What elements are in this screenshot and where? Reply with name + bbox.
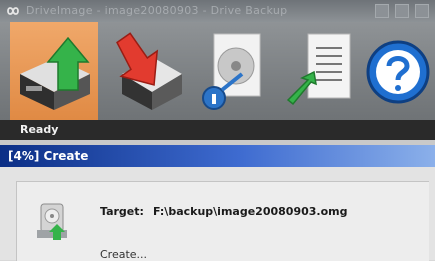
window-title: DriveImage - image20080903 - Drive Backu… — [26, 4, 288, 17]
minimize-icon[interactable] — [375, 4, 389, 18]
target-label: Target: — [100, 205, 144, 218]
disk-drive-icon — [37, 203, 67, 240]
main-toolbar — [0, 22, 435, 120]
help-button[interactable] — [362, 22, 435, 120]
window-controls — [375, 4, 429, 18]
maximize-icon[interactable] — [395, 4, 409, 18]
dialog-titlebar: [4%] Create — [0, 145, 435, 167]
progress-panel: Target: F:\backup\image20080903.omg Crea… — [16, 181, 429, 261]
operation-status: Create... — [100, 248, 148, 261]
target-path: F:\backup\image20080903.omg — [153, 205, 348, 218]
backup-drive-up-arrow-icon — [20, 36, 90, 110]
backup-button[interactable] — [10, 22, 98, 120]
help-question-icon — [366, 40, 430, 104]
dialog-title: [4%] Create — [8, 149, 89, 163]
infinity-logo-icon — [7, 7, 19, 15]
log-document-button[interactable] — [274, 22, 362, 120]
close-icon[interactable] — [415, 4, 429, 18]
restore-button[interactable] — [98, 22, 186, 120]
status-text: Ready — [20, 123, 59, 136]
restore-drive-down-arrow-icon — [116, 32, 182, 110]
dialog-body: Target: F:\backup\image20080903.omg Crea… — [0, 167, 435, 261]
window-titlebar: DriveImage - image20080903 - Drive Backu… — [0, 0, 435, 22]
document-arrow-icon — [286, 33, 351, 106]
status-bar: Ready — [0, 120, 435, 140]
disc-search-button[interactable] — [186, 22, 274, 120]
cd-disc-search-icon — [202, 33, 261, 110]
